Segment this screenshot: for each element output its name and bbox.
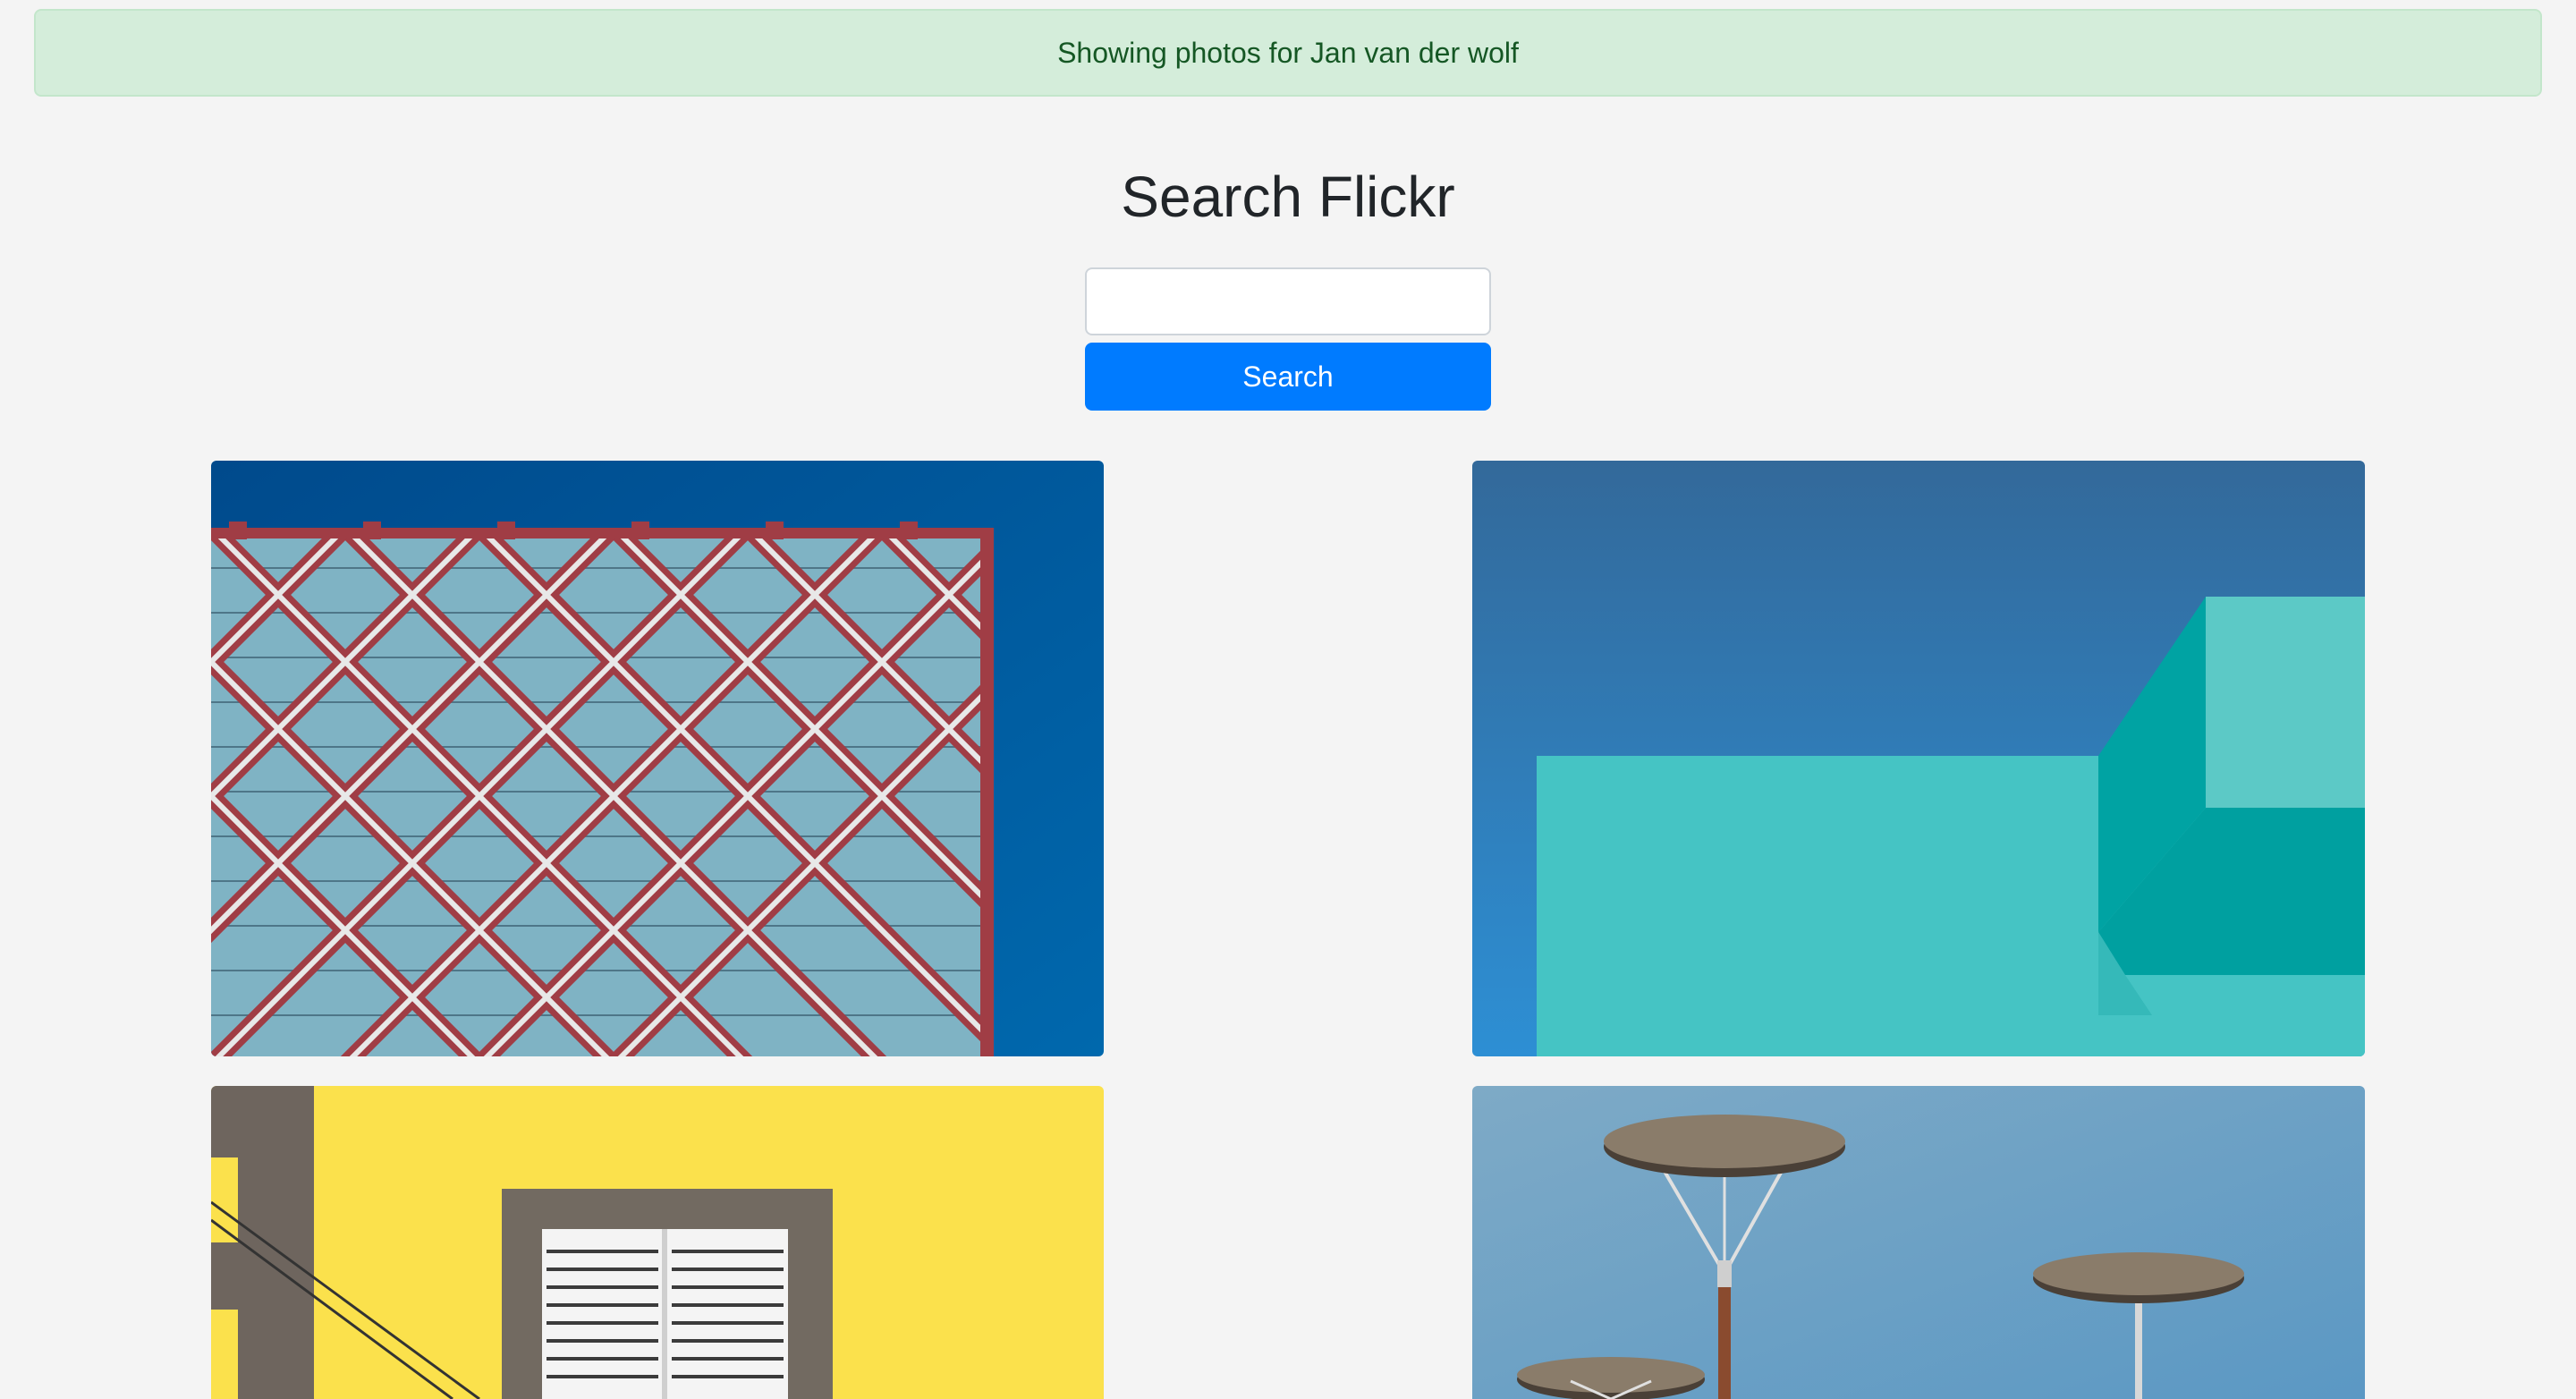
photo-tile[interactable] xyxy=(1472,461,2365,1056)
photo-turquoise-wall xyxy=(1472,461,2365,1056)
photo-tile[interactable] xyxy=(211,461,1104,1056)
photo-tile[interactable] xyxy=(211,1086,1104,1399)
photo-street-lamps xyxy=(1472,1086,2365,1399)
photo-tile[interactable] xyxy=(1472,1086,2365,1399)
photo-yellow-wall xyxy=(211,1086,1104,1399)
search-button[interactable]: Search xyxy=(1085,343,1491,411)
page-title: Search Flickr xyxy=(1121,165,1455,229)
search-input[interactable] xyxy=(1085,267,1491,335)
alert-message: Showing photos for Jan van der wolf xyxy=(1057,36,1519,69)
photo-building-lattice xyxy=(211,461,1104,1056)
status-alert: Showing photos for Jan van der wolf xyxy=(34,9,2542,97)
